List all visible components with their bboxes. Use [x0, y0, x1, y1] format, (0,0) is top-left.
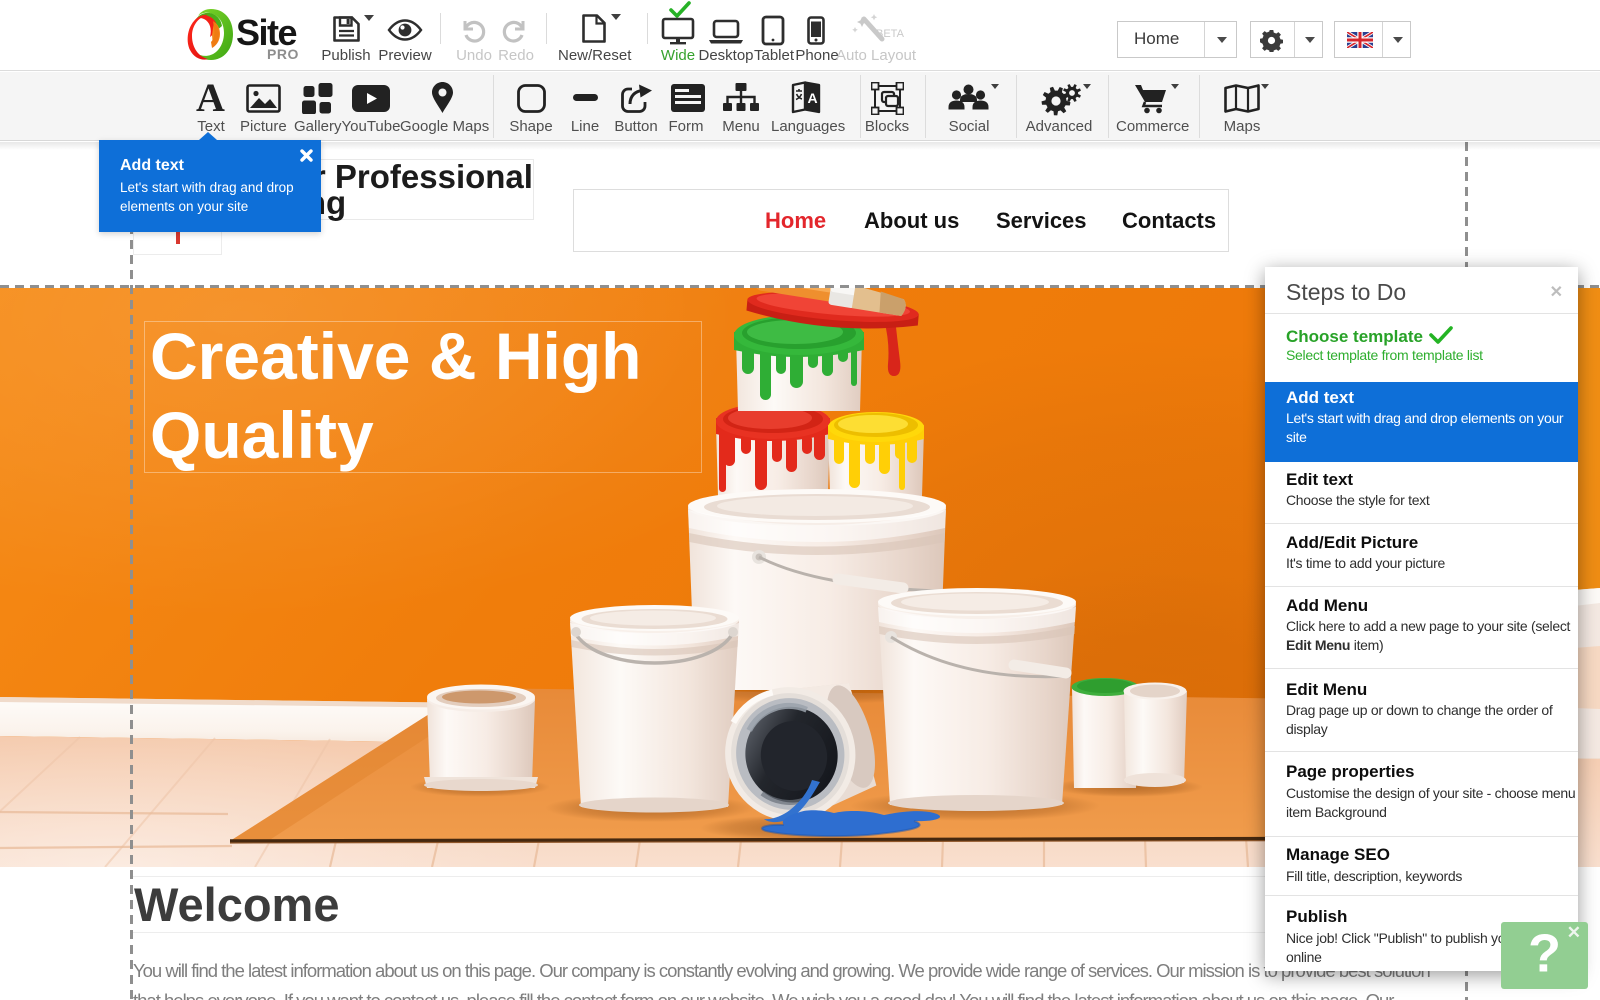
svg-text:A: A: [808, 90, 818, 106]
